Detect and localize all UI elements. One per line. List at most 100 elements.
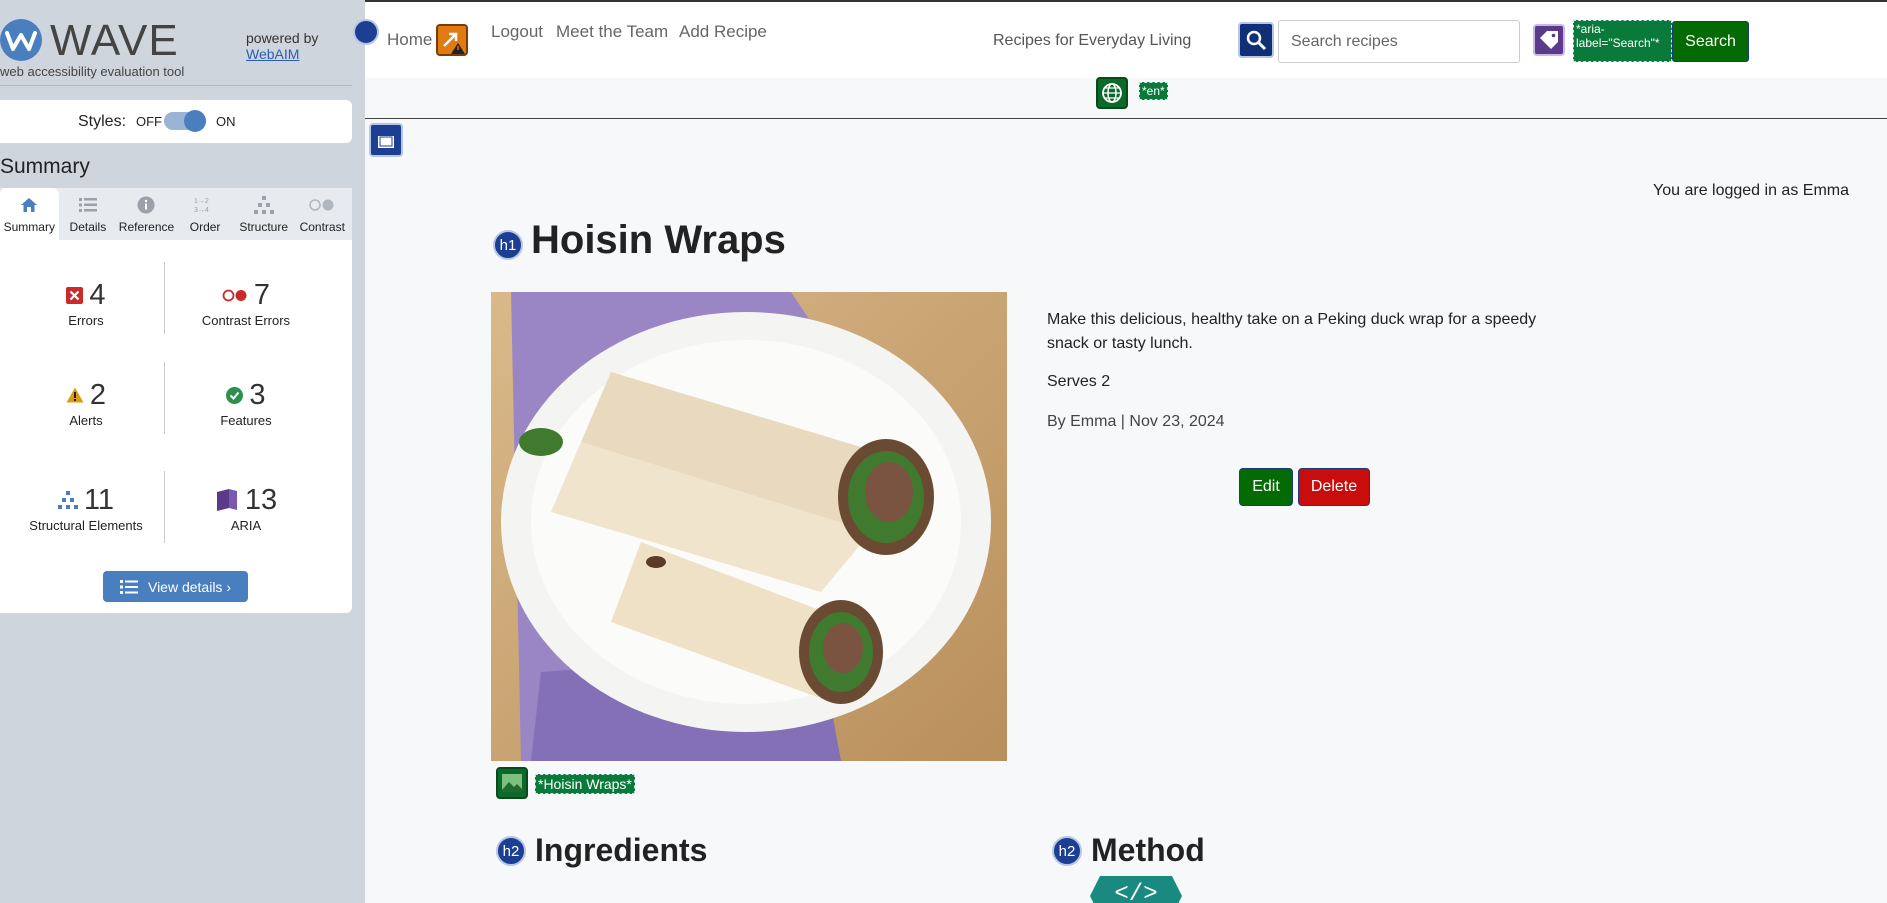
aria-label: ARIA [230,518,262,533]
tab-order[interactable]: 1→2 3→4 Order [176,188,235,240]
divider [164,471,165,543]
edit-button[interactable]: Edit [1239,468,1293,506]
wave-logo-icon [0,19,42,61]
errors-label: Errors [68,313,104,328]
tab-summary[interactable]: Summary [0,188,59,240]
search-input[interactable] [1278,20,1520,63]
search-region-icon [1238,22,1274,58]
structural-label: Structural Elements [29,518,143,533]
divider [164,362,165,434]
stat-errors[interactable]: 4 Errors [11,278,161,328]
contrast-error-icon [222,289,247,301]
stat-contrast-errors[interactable]: 7 Contrast Errors [171,278,321,329]
structural-count: 11 [83,483,115,516]
list-icon [78,198,97,212]
stat-features[interactable]: 3 Features [171,378,321,429]
error-icon [66,286,84,304]
alert-icon [66,387,84,403]
styles-on-label: ON [216,114,236,129]
tab-label: Summary [3,220,55,234]
language-icon [1096,77,1128,109]
wave-region-icon [353,19,379,45]
tab-contrast[interactable]: Contrast [293,188,352,240]
tab-label: Contrast [299,220,345,234]
features-count: 3 [249,378,266,411]
structure-icon [253,196,274,214]
order-icon: 1→23→4 [194,198,209,214]
wave-sidebar: WAVE web accessibility evaluation tool p… [0,0,365,903]
structure-icon [57,491,78,509]
summary-panel: Summary Details Reference 1→2 3→4 Order S… [0,188,352,613]
site-brand[interactable]: Recipes for Everyday Living [993,32,1191,50]
styles-toggle-bar: Styles: OFF ON [0,100,352,143]
styles-off-label: OFF [136,114,162,129]
wave-logo-text: WAVE [50,16,179,65]
tab-label: Structure [239,220,289,234]
header-divider [365,118,1887,119]
list-icon [119,579,138,594]
tab-label: Order [189,220,221,234]
nav-add-recipe[interactable]: Add Recipe [679,22,767,42]
h2-badge-icon: h2 [496,836,526,866]
alt-text-icon [496,767,528,799]
recipe-photo [491,292,1007,761]
tab-label: Details [69,220,107,234]
delete-button[interactable]: Delete [1298,468,1370,506]
nav-meet-team[interactable]: Meet the Team [556,22,668,42]
alerts-count: 2 [89,378,107,411]
stat-aria[interactable]: 13 ARIA [171,483,321,533]
aria-icon [216,489,237,511]
link-warning-icon [436,24,468,56]
wrap-image [491,292,1007,761]
wave-brand: WAVE web accessibility evaluation tool p… [0,0,352,86]
svg-text:1→2: 1→2 [194,198,209,205]
tab-structure[interactable]: Structure [234,188,293,240]
code-region-icon: </> [1090,876,1182,903]
tab-label: Reference [118,220,175,234]
features-label: Features [220,413,272,428]
search-button[interactable]: Search [1672,21,1749,62]
section-title: Summary [0,155,90,178]
alerts-label: Alerts [69,413,103,428]
tab-reference[interactable]: Reference [117,188,176,240]
powered-by-label: powered by [246,30,319,46]
nav-home[interactable]: Home [387,30,432,50]
stat-alerts[interactable]: 2 Alerts [11,378,161,428]
tab-details[interactable]: Details [59,188,118,240]
recipe-title: Hoisin Wraps [531,218,786,262]
info-icon [137,196,155,214]
view-details-label: View details › [147,578,231,595]
styles-label: Styles: [78,113,127,130]
h1-badge-icon: h1 [493,230,523,260]
recipe-serves: Serves 2 [1047,373,1111,390]
webaim-link[interactable]: WebAIM [246,46,299,62]
contrast-errors-label: Contrast Errors [201,313,291,328]
main-region-icon [369,123,403,157]
aria-tag-icon [1533,24,1565,56]
aria-count: 13 [244,483,278,516]
language-tag: *en* [1139,82,1168,100]
contrast-errors-count: 7 [253,278,271,311]
contrast-icon [309,199,334,211]
wave-tabs: Summary Details Reference 1→2 3→4 Order S… [0,188,352,240]
svg-text:</>: </> [1114,881,1157,903]
feature-icon [226,386,244,404]
powered-by: powered by WebAIM [246,30,318,62]
styles-toggle[interactable] [164,110,206,132]
wave-tagline: web accessibility evaluation tool [0,64,185,79]
home-icon [21,198,38,212]
stat-structural[interactable]: 11 Structural Elements [11,483,161,534]
alt-text-tag: *Hoisin Wraps* [535,774,635,794]
errors-count: 4 [89,278,106,311]
h2-badge-icon: h2 [1052,836,1082,866]
recipe-description: Make this delicious, healthy take on a P… [1047,311,1537,352]
logged-in-text: You are logged in as Emma [1653,182,1849,199]
nav-logout[interactable]: Logout [491,22,543,42]
view-details-button[interactable]: View details › [103,571,248,602]
divider [164,262,165,334]
ingredients-heading: Ingredients [535,832,708,868]
navbar: Home Logout Meet the Team Add Recipe Rec… [353,2,1887,78]
method-heading: Method [1091,832,1205,868]
toggle-knob [184,110,206,132]
recipe-byline: By Emma | Nov 23, 2024 [1047,413,1225,430]
